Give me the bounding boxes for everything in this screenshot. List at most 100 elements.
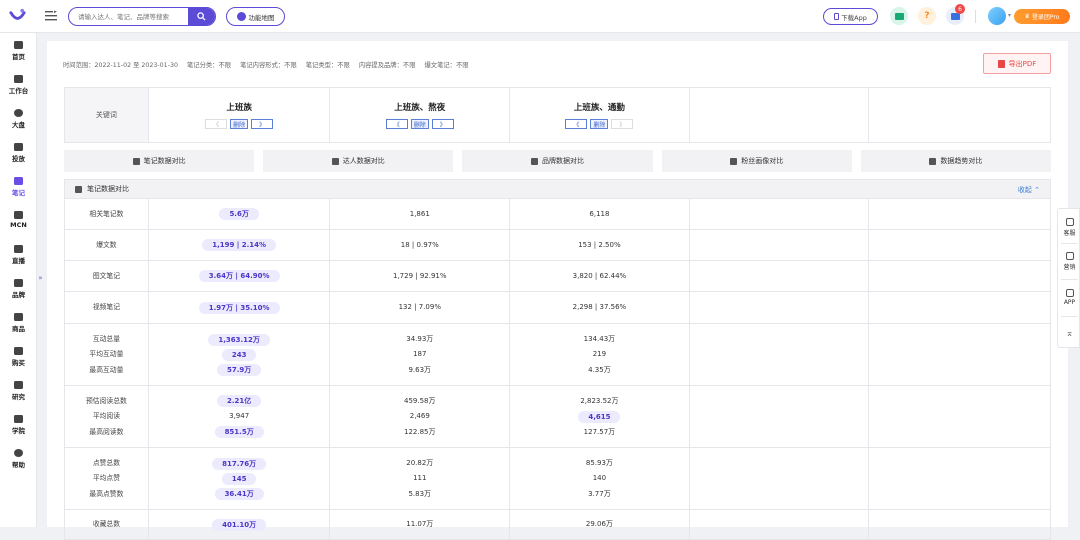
keyword-name: 上班族、通勤 [573,103,625,113]
sidebar-item-brand[interactable]: 品牌 [0,277,37,307]
move-left-button[interactable]: 《 [565,119,588,129]
metric-label-cell: 视频笔记 [65,292,149,323]
highlight-value: 1,363.12万 [208,333,270,346]
metric-label: 相关笔记数 [89,209,124,218]
sidebar-item-workbench[interactable]: 工作台 [0,73,37,103]
desk-icon [14,75,23,83]
metric-value: 122.85万 [404,427,436,436]
sidebar-item-notes[interactable]: 笔记 [0,175,37,205]
empty-cell [869,386,1050,447]
metric-value: 5.83万 [408,489,432,498]
move-left-button[interactable]: 《 [205,119,228,129]
folder-icon [14,143,23,151]
sidebar-item-help[interactable]: 帮助 [0,447,37,477]
briefcase-icon[interactable] [890,7,908,25]
value-cell: 401.10万 [149,510,331,539]
sidebar-item-label: 笔记 [12,189,25,197]
metric-label: 最高阅读数 [89,427,124,436]
sidebar-item-mcn[interactable]: MCN [0,209,37,239]
value-cell: 20.82万 111 5.83万 [330,448,511,509]
empty-cell [690,199,870,229]
brand-icon [531,157,538,165]
delete-keyword-button[interactable]: 删除 [590,119,609,129]
comparison-tabs: 笔记数据对比 达人数据对比 品牌数据对比 粉丝画像对比 数据趋势对比 [64,150,1052,172]
empty-cell [690,386,870,447]
menu-toggle-icon[interactable] [45,10,57,22]
highlight-value: 36.41万 [214,487,264,500]
sidebar-item-market[interactable]: 大盘 [0,107,37,137]
sidebar-expand-button[interactable]: » [36,270,45,286]
filter-viral-note: 爆文笔记：不限 [424,62,469,69]
chevron-down-icon[interactable]: ▾ [1008,12,1011,19]
search-input[interactable] [69,8,191,25]
divider [1061,279,1078,280]
help-icon[interactable]: ? [918,7,936,25]
highlight-value: 57.9万 [217,363,262,376]
value-cell: 2,823.52万 4,615 127.57万 [510,386,690,447]
value-cell: 817.76万 145 36.41万 [149,448,331,509]
help-circle-icon [14,449,23,457]
table-row: 图文笔记 3.64万 | 64.90% 1,729 | 92.91% 3,820 | … [65,261,1050,292]
marketing-button[interactable]: 营销 [1058,246,1080,276]
metric-label: 点赞总数 [92,458,120,467]
delete-keyword-button[interactable]: 删除 [410,119,429,129]
filter-summary: 时间范围：2022-11-02 至 2023-01-30 笔记分类：不限 笔记内… [63,60,469,69]
compass-icon [236,12,246,21]
sidebar-item-home[interactable]: 首页 [0,39,37,69]
empty-cell [690,448,870,509]
move-right-button[interactable]: 》 [431,119,454,129]
metric-value: 187 [413,350,427,359]
float-label: 客服 [1063,229,1076,237]
metric-label: 最高点赞数 [89,489,124,498]
metric-value: 20.82万 [406,458,434,467]
tab-kol-data[interactable]: 达人数据对比 [263,150,454,172]
sidebar-item-live[interactable]: 直播 [0,243,37,273]
highlight-value: 851.5万 [214,425,264,438]
tab-fan-profile[interactable]: 粉丝画像对比 [661,150,852,172]
vip-upgrade-button[interactable]: ♛ 登录团Pro [1014,9,1070,24]
value-cell: 6,118 [510,199,690,229]
empty-cell [869,292,1050,323]
pie-chart-icon [14,109,23,117]
metric-value: 4.35万 [588,365,611,374]
download-app-button[interactable]: 下载App [823,8,878,25]
move-right-button[interactable]: 》 [611,119,634,129]
table-row: 点赞总数 平均点赞 最高点赞数 817.76万 145 36.41万 20.82万 111 5.… [65,448,1050,510]
table-row: 相关笔记数 5.6万 1,861 6,118 [65,199,1050,230]
metric-value: 1,729 | 92.91% [393,271,447,280]
tab-trend-data[interactable]: 数据趋势对比 [860,150,1052,172]
move-left-button[interactable]: 《 [385,119,408,129]
search-button[interactable] [188,8,215,25]
logo-icon[interactable] [8,7,27,26]
back-to-top-button[interactable]: ⌅ [1058,319,1080,349]
delete-keyword-button[interactable]: 删除 [230,119,249,129]
sidebar-item-label: 工作台 [8,87,29,95]
move-right-button[interactable]: 》 [251,119,274,129]
avatar[interactable] [988,7,1006,25]
sidebar-item-purchase[interactable]: 购买 [0,345,37,375]
arrow-up-icon: ⌅ [1065,329,1074,339]
value-cell: 34.93万 187 9.63万 [330,324,511,385]
tab-brand-data[interactable]: 品牌数据对比 [462,150,653,172]
collapse-button[interactable]: 收起 ⌃ [1018,185,1040,195]
tab-note-data[interactable]: 笔记数据对比 [64,150,255,172]
divider [1061,243,1078,244]
value-cell: 5.6万 [149,199,331,229]
metric-label: 平均阅读 [92,412,120,421]
empty-cell [869,448,1050,509]
sidebar-item-academy[interactable]: 学院 [0,413,37,443]
metric-value: 219 [592,350,607,359]
function-map-button[interactable]: 功能地图 [226,7,285,26]
headset-icon [1065,217,1074,226]
app-button[interactable]: APP [1058,282,1080,312]
metric-value: 29.06万 [585,520,613,529]
customer-service-button[interactable]: 客服 [1058,212,1080,242]
metric-label: 最高互动量 [89,365,124,374]
export-pdf-button[interactable]: 导出PDF [983,53,1051,74]
global-search [68,7,216,26]
bag-icon [14,313,23,321]
sidebar-item-goods[interactable]: 商品 [0,311,37,341]
sidebar-item-research[interactable]: 研究 [0,379,37,409]
empty-cell [869,230,1050,260]
sidebar-item-delivery[interactable]: 投放 [0,141,37,171]
